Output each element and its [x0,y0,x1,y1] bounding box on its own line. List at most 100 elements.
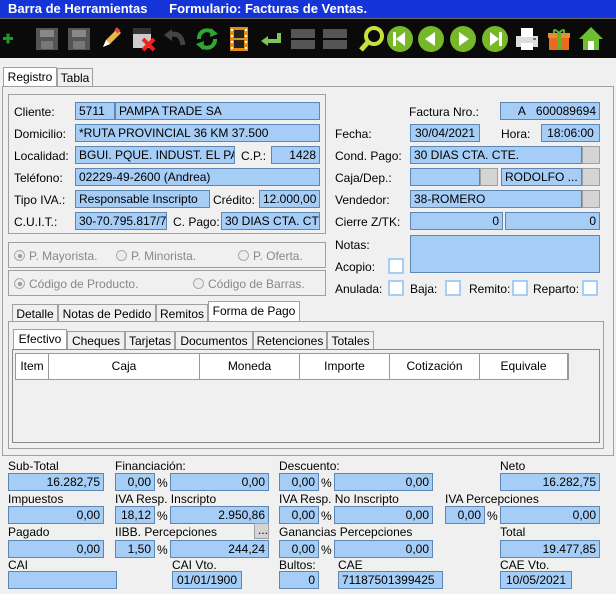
edit-icon[interactable] [96,23,126,55]
disabled-icon[interactable] [288,23,318,55]
anulada-checkbox[interactable] [388,280,404,296]
last-icon[interactable] [480,23,510,55]
cuit-field[interactable]: 30-70.795.817/7 [75,212,167,230]
film-icon[interactable] [224,23,254,55]
reparto-checkbox[interactable] [582,280,598,296]
iva-rni-pct-field[interactable]: 0,00 [279,506,319,524]
tab-remitos[interactable]: Remitos [156,304,208,322]
grid-col-importe[interactable]: Importe [300,354,390,379]
radio-p-mayorista[interactable]: P. Mayorista. [14,249,97,263]
caja-dropdown-button[interactable] [480,168,498,186]
cae-vto-field[interactable]: 10/05/2021 [500,571,572,589]
iva-ri-field[interactable]: 2.950,86 [170,506,269,524]
add-icon[interactable] [0,23,30,55]
radio-label: P. Mayorista. [29,249,98,263]
ganancias-pct-field[interactable]: 0,00 [279,540,319,558]
cond-pago-field[interactable]: 30 DIAS CTA. CTE. [410,146,582,164]
radio-p-oferta[interactable]: P. Oferta. [238,249,303,263]
disabled-icon[interactable] [320,23,350,55]
save-icon[interactable] [32,23,62,55]
vendedor-dropdown-button[interactable] [582,190,600,208]
radio-codigo-barras[interactable]: Código de Barras. [193,277,305,291]
next-icon[interactable] [448,23,478,55]
cliente-code-field[interactable]: 5711 [75,102,115,120]
domicilio-field[interactable]: *RUTA PROVINCIAL 36 KM 37.500 [75,124,320,142]
tab-cheques[interactable]: Cheques [67,331,125,349]
financiacion-field[interactable]: 0,00 [170,473,269,491]
iibb-field[interactable]: 244,24 [170,540,269,558]
financiacion-pct-field[interactable]: 0,00 [115,473,155,491]
tipo-iva-field[interactable]: Responsable Inscripto [75,190,210,208]
cai-field[interactable] [8,571,117,589]
deposito-field[interactable]: RODOLFO ... [501,168,582,186]
tab-totales[interactable]: Totales [327,331,374,349]
notas-field[interactable] [410,235,600,273]
iva-ri-pct-field[interactable]: 18,12 [115,506,155,524]
tab-retenciones[interactable]: Retenciones [253,331,327,349]
refresh-icon[interactable] [192,23,222,55]
iibb-more-button[interactable]: ... [254,523,269,539]
vendedor-field[interactable]: 38-ROMERO [410,190,582,208]
bultos-field[interactable]: 0 [279,571,319,589]
cierre-tk-field[interactable]: 0 [505,212,600,230]
return-icon[interactable] [256,23,286,55]
cliente-name-field[interactable]: PAMPA TRADE SA [115,102,320,120]
search-icon[interactable] [357,23,387,55]
ganancias-field[interactable]: 0,00 [334,540,433,558]
grid-col-equivale[interactable]: Equivale [480,354,568,379]
caja-field[interactable] [410,168,480,186]
cond-pago-dropdown-button[interactable] [582,146,600,164]
gift-icon[interactable] [544,23,574,55]
iva-perc-field[interactable]: 0,00 [500,506,600,524]
grid-col-cotizacion[interactable]: Cotización [390,354,480,379]
radio-dot [14,278,25,289]
tab-efectivo[interactable]: Efectivo [13,329,67,349]
pct-sign: % [321,476,332,490]
first-icon[interactable] [385,23,415,55]
iva-rni-field[interactable]: 0,00 [334,506,433,524]
grid-col-item[interactable]: Item [16,354,49,379]
remito-checkbox[interactable] [512,280,528,296]
deposito-dropdown-button[interactable] [582,168,600,186]
tab-forma-pago[interactable]: Forma de Pago [208,301,300,322]
radio-p-minorista[interactable]: P. Minorista. [116,249,196,263]
tab-tarjetas[interactable]: Tarjetas [125,331,175,349]
grid-col-moneda[interactable]: Moneda [200,354,300,379]
save-as-icon[interactable] [64,23,94,55]
cp-field[interactable]: 1428 [271,146,320,164]
descuento-pct-field[interactable]: 0,00 [279,473,319,491]
cierre-z-field[interactable]: 0 [410,212,503,230]
hora-field[interactable]: 18:06:00 [541,124,600,142]
iva-perc-pct-field[interactable]: 0,00 [445,506,485,524]
iibb-pct-field[interactable]: 1,50 [115,540,155,558]
cae-field[interactable]: 71187501399425 [338,571,443,589]
domicilio-label: Domicilio: [14,127,67,141]
grid-col-caja[interactable]: Caja [49,354,200,379]
radio-dot [14,250,25,261]
cierre-label: Cierre Z/TK: [335,215,401,229]
tab-tabla[interactable]: Tabla [57,68,93,86]
telefono-field[interactable]: 02229-49-2600 (Andrea) [75,168,320,186]
efectivo-grid[interactable]: Item Caja Moneda Importe Cotización Equi… [12,349,600,443]
tab-notas-pedido[interactable]: Notas de Pedido [58,304,156,322]
cai-vto-field[interactable]: 01/01/1900 [172,571,242,589]
factura-field[interactable]: A 600089694 [500,102,600,120]
radio-codigo-producto[interactable]: Código de Producto. [14,277,138,291]
tab-detalle[interactable]: Detalle [12,304,58,322]
acopio-checkbox[interactable] [388,258,404,274]
localidad-field[interactable]: BGUI. PQUE. INDUST. EL PA [75,146,235,164]
delete-icon[interactable] [128,23,158,55]
descuento-field[interactable]: 0,00 [334,473,433,491]
pagado-field: 0,00 [8,540,104,558]
factura-label: Factura Nro.: [409,105,480,119]
print-icon[interactable] [512,23,542,55]
tab-registro[interactable]: Registro [3,67,57,86]
previous-icon[interactable] [416,23,446,55]
baja-checkbox[interactable] [445,280,461,296]
tab-documentos[interactable]: Documentos [175,331,253,349]
credito-field[interactable]: 12.000,00 [259,190,320,208]
home-icon[interactable] [576,23,606,55]
cpago-field[interactable]: 30 DIAS CTA. CT [221,212,320,230]
undo-icon[interactable] [160,23,190,55]
fecha-field[interactable]: 30/04/2021 [410,124,480,142]
